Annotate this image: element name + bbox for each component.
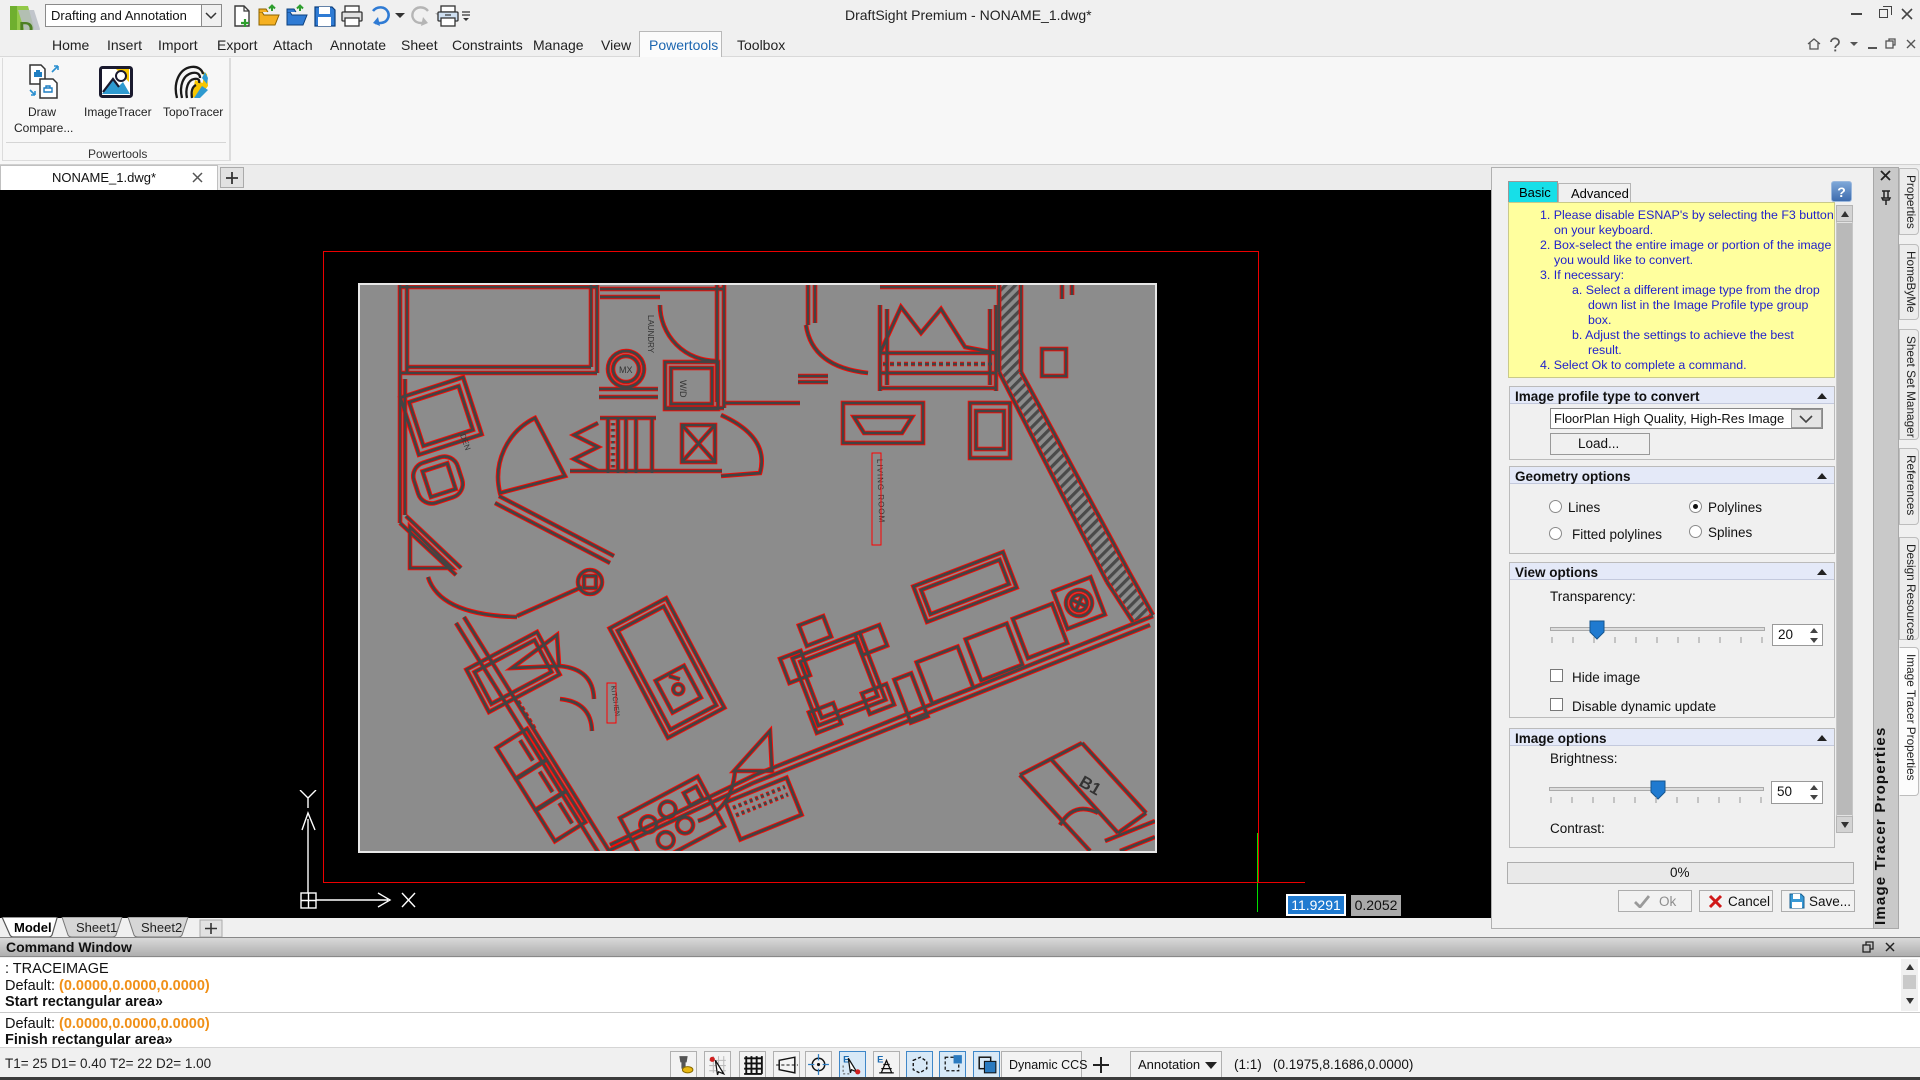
svg-text:Sheet2: Sheet2 xyxy=(141,920,182,935)
svg-text:Sheet1: Sheet1 xyxy=(76,920,117,935)
svg-text:E: E xyxy=(877,1054,883,1064)
svg-text:Model: Model xyxy=(14,920,52,935)
